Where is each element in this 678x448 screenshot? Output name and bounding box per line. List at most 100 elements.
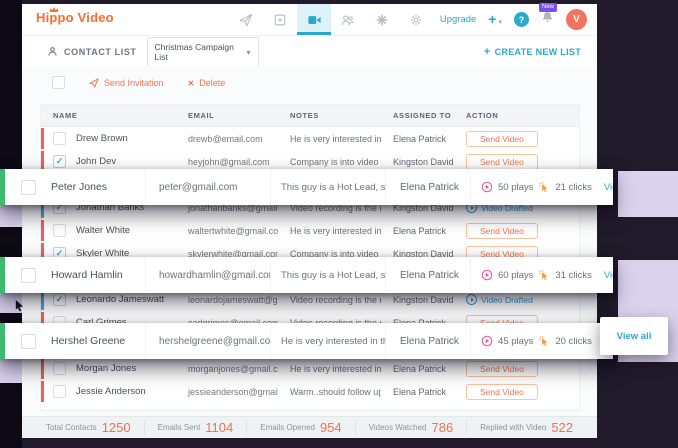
action-cell[interactable]: Send Video: [454, 361, 579, 377]
plays-count: 60 plays: [498, 270, 533, 281]
avatar[interactable]: V: [566, 9, 587, 30]
video-camera-icon[interactable]: [297, 4, 331, 35]
person-icon: [47, 46, 58, 57]
delete-label: Delete: [199, 78, 225, 88]
toolbar: Send Invitation Delete: [52, 76, 597, 89]
view-all-link[interactable]: View all: [604, 182, 613, 193]
table-header: NAME EMAIL NOTES ASSIGNED TO ACTION: [41, 105, 579, 127]
upgrade-link[interactable]: Upgrade: [440, 14, 476, 25]
play-icon: [466, 294, 477, 305]
action-cell[interactable]: Video Drafted: [454, 294, 579, 305]
screen-icon[interactable]: [263, 4, 297, 35]
hippo-video-logo[interactable]: Hippo Video: [36, 10, 114, 25]
column-header-notes: NOTES: [278, 111, 381, 120]
contact-notes: He is very interested in the prod...: [270, 323, 385, 359]
table-row: Drew Brown drewb@email.com He is very in…: [41, 127, 579, 150]
content-area: Send Invitation Delete NAME EMAIL NOTES …: [22, 66, 597, 417]
action-cell[interactable]: Send Video: [454, 223, 579, 239]
row-checkbox[interactable]: [53, 224, 66, 237]
contact-assigned: Elena Patrick: [385, 169, 470, 205]
highlight-row[interactable]: Howard Hamlin howardhamlin@gmail.com Thi…: [0, 257, 613, 293]
highlight-row[interactable]: Hershel Greene hershelgreene@gmail.com H…: [0, 323, 613, 359]
highlight-row[interactable]: Peter Jones peter@gmail.com This guy is …: [0, 169, 613, 205]
selected-list-name: Christmas Campaign List: [155, 42, 247, 62]
play-circle-icon: [481, 335, 493, 347]
cursor-click-icon: [538, 269, 550, 281]
status-bar: [41, 220, 44, 241]
contact-name: Howard Hamlin: [51, 257, 145, 293]
row-checkbox[interactable]: [21, 268, 36, 283]
contact-assigned: Elena Patrick: [381, 226, 454, 236]
campaign-list-dropdown[interactable]: Christmas Campaign List: [147, 37, 259, 67]
send-icon[interactable]: [229, 4, 263, 35]
contact-email: drewb@email.com: [176, 134, 278, 144]
row-checkbox[interactable]: [53, 385, 66, 398]
contact-email: heyjohn@gmail.com: [176, 157, 278, 167]
marketing-canvas: Hippo Video: [0, 0, 678, 448]
add-button[interactable]: [488, 11, 502, 29]
play-circle-icon: [481, 269, 493, 281]
plays-count: 50 plays: [498, 182, 533, 193]
row-checkbox[interactable]: [21, 180, 36, 195]
create-new-list-button[interactable]: CREATE NEW LIST: [484, 46, 581, 58]
row-checkbox[interactable]: ✓: [53, 293, 66, 306]
contact-name: Peter Jones: [51, 169, 145, 205]
contacts-icon[interactable]: [331, 4, 365, 35]
delete-button[interactable]: Delete: [188, 78, 226, 88]
contact-email: hershelgreene@gmail.com: [145, 323, 270, 359]
chevron-down-icon: [496, 11, 502, 29]
contact-notes: Warm..should follow up so...: [278, 387, 381, 397]
main-nav: [229, 4, 433, 35]
contact-email: leonardojameswatt@gmail.com: [176, 295, 278, 305]
status-bar: [41, 128, 44, 149]
notifications-bell[interactable]: New: [541, 10, 554, 29]
contact-name: Walter White: [76, 225, 130, 236]
list-bar: CONTACT LIST Christmas Campaign List CRE…: [22, 36, 597, 68]
stats-footer: Total Contacts1250 Emails Sent1104 Email…: [22, 416, 597, 438]
table-row: Jessie Anderson jessieanderson@gmail.com…: [41, 380, 579, 403]
status-bar: [41, 381, 44, 402]
row-checkbox[interactable]: [53, 132, 66, 145]
contact-notes: This guy is a Hot Lead, so...: [270, 257, 385, 293]
header-controls: Upgrade New V: [440, 4, 587, 35]
contact-email: waltertwhite@gmail.com: [176, 226, 278, 236]
cursor-click-icon: [538, 181, 550, 193]
contact-assigned: Elena Patrick: [385, 323, 470, 359]
action-cell[interactable]: Send Video: [454, 154, 579, 170]
column-header-name: NAME: [41, 111, 176, 120]
contact-assigned: Elena Patrick: [381, 387, 454, 397]
column-header-email: EMAIL: [176, 111, 278, 120]
close-icon: [188, 78, 195, 88]
view-all-link[interactable]: View all: [617, 331, 652, 342]
action-cell[interactable]: Send Video: [454, 131, 579, 147]
contact-assigned: Kingston David: [381, 295, 454, 305]
help-icon[interactable]: [514, 12, 529, 27]
contact-email: howardhamlin@gmail.com: [145, 257, 270, 293]
contact-notes: Company is into video produ...: [278, 157, 381, 167]
bell-icon: [541, 10, 554, 24]
clicks-count: 20 clicks: [555, 336, 591, 347]
contact-notes: Video recording is the mai...: [278, 295, 381, 305]
send-invitation-button[interactable]: Send Invitation: [89, 78, 164, 88]
select-all-checkbox[interactable]: [52, 76, 65, 89]
clicks-count: 31 clicks: [555, 270, 591, 281]
app-header: Hippo Video: [22, 4, 597, 36]
contact-assigned: Elena Patrick: [385, 257, 470, 293]
row-checkbox[interactable]: [21, 334, 36, 349]
contact-notes: He is very interested in the prod...: [278, 364, 381, 374]
settings-icon[interactable]: [399, 4, 433, 35]
view-all-link[interactable]: View all: [604, 270, 613, 281]
contact-email: peter@gmail.com: [145, 169, 270, 205]
contact-name: Jessie Anderson: [76, 386, 146, 397]
stat-emails-opened: Emails Opened954: [246, 420, 354, 435]
plus-icon: [488, 11, 496, 29]
cursor-click-icon: [538, 335, 550, 347]
integrations-icon[interactable]: [365, 4, 399, 35]
view-all-card[interactable]: View all: [600, 317, 668, 355]
action-cell[interactable]: Send Video: [454, 384, 579, 400]
crown-icon: [49, 6, 59, 12]
row-checkbox[interactable]: ✓: [53, 155, 66, 168]
contact-notes: He is very interested in the prod...: [278, 226, 381, 236]
column-header-action: ACTION: [454, 111, 579, 120]
row-checkbox[interactable]: [53, 362, 66, 375]
